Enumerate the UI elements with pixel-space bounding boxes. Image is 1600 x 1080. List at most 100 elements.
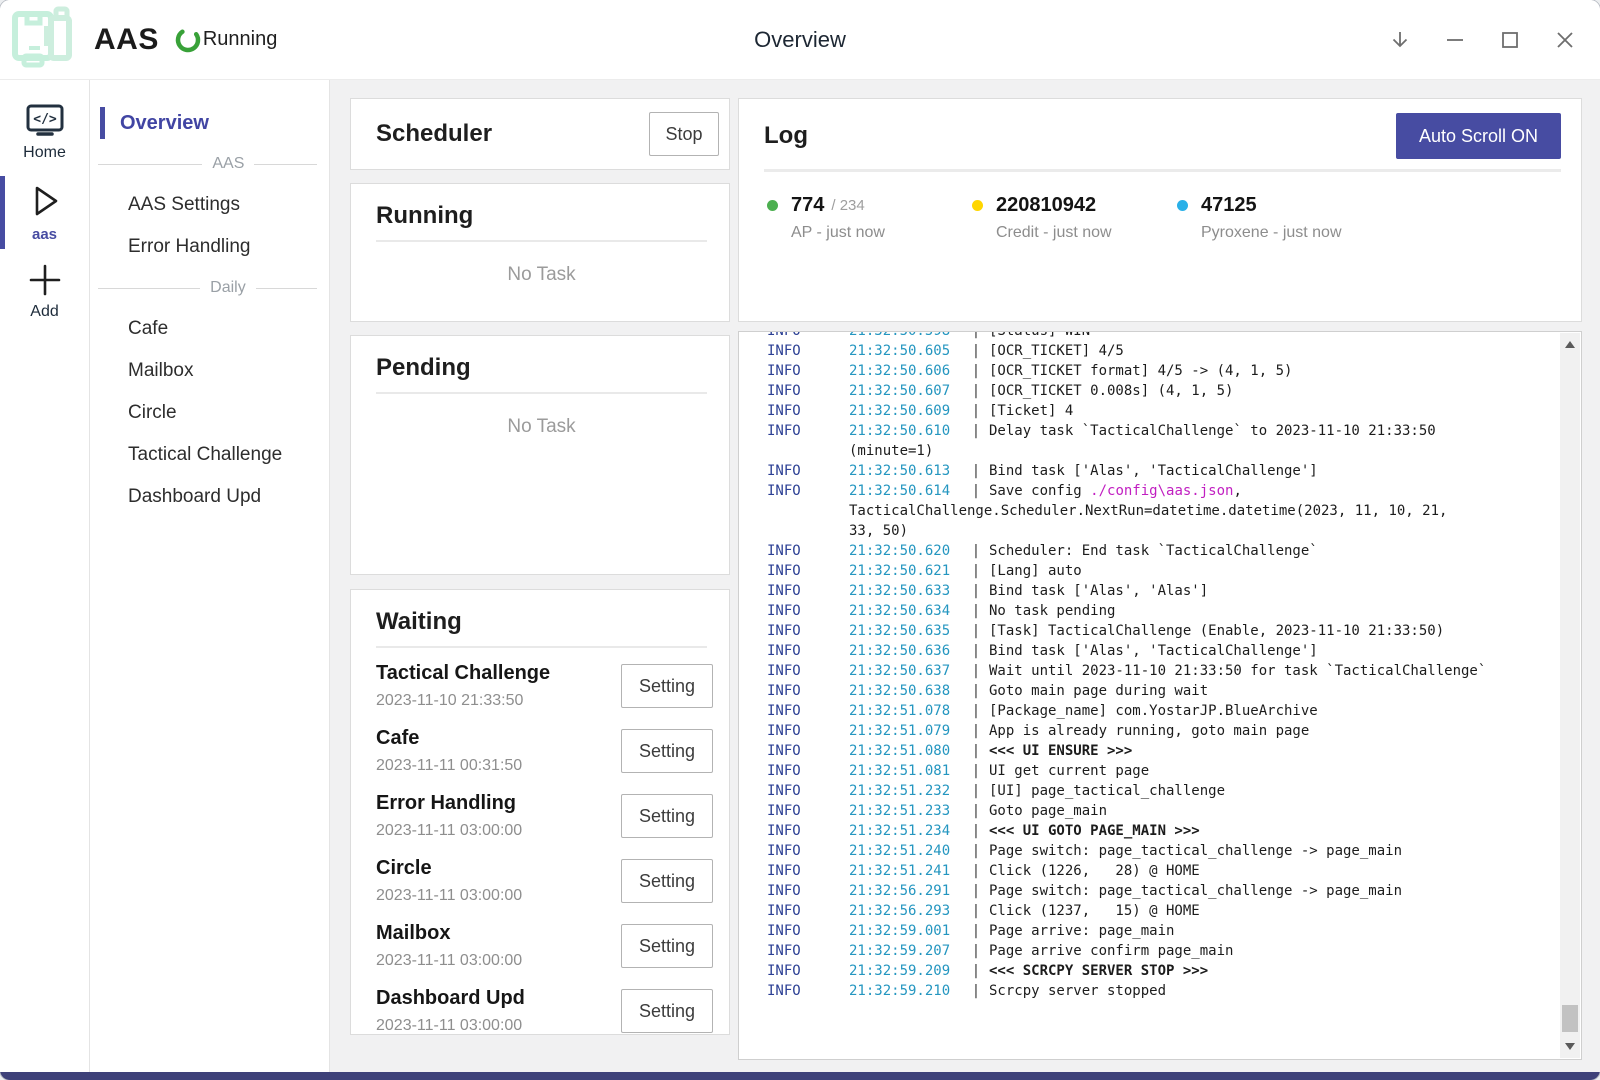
setting-button-cafe[interactable]: Setting	[621, 729, 713, 773]
auto-scroll-button[interactable]: Auto Scroll ON	[1396, 113, 1561, 159]
waiting-task-row: Tactical Challenge 2023-11-10 21:33:50Set…	[376, 662, 713, 710]
log-stat: 774/ 234AP - just now	[767, 194, 972, 242]
waiting-task-row: Mailbox2023-11-11 03:00:00Setting	[376, 922, 713, 970]
log-line: INFO21:32:50.621|[Lang] auto	[767, 561, 1557, 581]
pending-title: Pending	[376, 354, 471, 381]
waiting-task-name: Tactical Challenge	[376, 662, 621, 685]
log-lines: INFO21:32:50.598|[Status] WININFO21:32:5…	[739, 331, 1557, 1001]
log-scrollbar[interactable]	[1560, 333, 1580, 1058]
sidebar-menu: OverviewAASAAS SettingsError HandlingDai…	[90, 80, 330, 1072]
log-line: 33, 50)	[767, 521, 1557, 541]
running-empty-text: No Task	[376, 264, 707, 286]
svg-text:</>: </>	[33, 112, 57, 127]
log-line: INFO21:32:51.232|[UI] page_tactical_chal…	[767, 781, 1557, 801]
scheduler-status-label: Running	[203, 28, 278, 51]
log-line: INFO21:32:59.209|<<< SCRCPY SERVER STOP …	[767, 961, 1557, 981]
log-line: INFO21:32:51.081|UI get current page	[767, 761, 1557, 781]
waiting-task-name: Cafe	[376, 727, 621, 750]
sidebar-divider-daily: Daily	[90, 268, 329, 308]
waiting-task-row: Dashboard Upd2023-11-11 03:00:00Setting	[376, 987, 713, 1035]
log-line: TacticalChallenge.Scheduler.NextRun=date…	[767, 501, 1557, 521]
setting-button-circle[interactable]: Setting	[621, 859, 713, 903]
sidebar-item-mailbox[interactable]: Mailbox	[90, 350, 329, 392]
log-line: INFO21:32:50.636|Bind task ['Alas', 'Tac…	[767, 641, 1557, 661]
stat-dot-icon	[767, 200, 778, 211]
stop-button[interactable]: Stop	[649, 112, 719, 156]
stat-value: 47125	[1201, 194, 1257, 217]
rail-item-label: aas	[32, 226, 57, 243]
body: </> Home aas Add OverviewAASAAS SettingsErr…	[0, 80, 1600, 1072]
log-line: INFO21:32:56.293|Click (1237, 15) @ HOME	[767, 901, 1557, 921]
log-line: INFO21:32:50.634|No task pending	[767, 601, 1557, 621]
waiting-task-row: Circle2023-11-11 03:00:00Setting	[376, 857, 713, 905]
waiting-task-time: 2023-11-10 21:33:50	[376, 692, 621, 710]
log-line: INFO21:32:51.080|<<< UI ENSURE >>>	[767, 741, 1557, 761]
rail-item-label: Home	[23, 144, 66, 162]
waiting-task-row: Error Handling2023-11-11 03:00:00Setting	[376, 792, 713, 840]
log-line: INFO21:32:59.210|Scrcpy server stopped	[767, 981, 1557, 1001]
running-spinner-icon	[175, 27, 201, 53]
log-card: Log Auto Scroll ON 774/ 234AP - just now…	[738, 98, 1582, 322]
stat-label: Credit - just now	[972, 224, 1177, 242]
maximize-icon[interactable]	[1482, 10, 1537, 70]
sidebar-item-overview[interactable]: Overview	[90, 102, 329, 144]
bottom-accent-bar	[0, 1072, 1600, 1080]
log-title: Log	[764, 122, 808, 150]
waiting-title: Waiting	[376, 608, 462, 635]
waiting-task-name: Circle	[376, 857, 621, 880]
pending-empty-text: No Task	[376, 416, 707, 438]
waiting-card: Waiting Tactical Challenge 2023-11-10 21:…	[350, 589, 730, 1035]
stat-label: Pyroxene - just now	[1177, 224, 1382, 242]
scrollbar-thumb[interactable]	[1562, 1005, 1578, 1032]
rail-item-add[interactable]: Add	[0, 253, 89, 331]
waiting-task-time: 2023-11-11 03:00:00	[376, 952, 621, 970]
sidebar-item-aas-settings[interactable]: AAS Settings	[90, 184, 329, 226]
running-card: Running No Task	[350, 183, 730, 322]
close-icon[interactable]	[1537, 10, 1592, 70]
log-line: INFO21:32:50.614|Save config ./config\aa…	[767, 481, 1557, 501]
app-window: AAS Running Overview	[0, 0, 1600, 1080]
log-line: INFO21:32:51.233|Goto page_main	[767, 801, 1557, 821]
log-line: INFO21:32:59.207|Page arrive confirm pag…	[767, 941, 1557, 961]
waiting-task-time: 2023-11-11 00:31:50	[376, 757, 621, 775]
log-line: INFO21:32:51.234|<<< UI GOTO PAGE_MAIN >…	[767, 821, 1557, 841]
log-line: INFO21:32:51.241|Click (1226, 28) @ HOME	[767, 861, 1557, 881]
rail-item-label: Add	[30, 303, 58, 321]
sidebar-item-error-handling[interactable]: Error Handling	[90, 226, 329, 268]
setting-button-error-handling[interactable]: Setting	[621, 794, 713, 838]
scrollbar-down-icon[interactable]	[1565, 1043, 1575, 1050]
download-icon[interactable]	[1372, 10, 1427, 70]
sidebar-item-cafe[interactable]: Cafe	[90, 308, 329, 350]
log-line: INFO21:32:50.635|[Task] TacticalChalleng…	[767, 621, 1557, 641]
sidebar-item-dashboard-upd[interactable]: Dashboard Upd	[90, 476, 329, 518]
log-line: INFO21:32:50.598|[Status] WIN	[767, 331, 1557, 341]
setting-button-tactical-challenge[interactable]: Setting	[621, 664, 713, 708]
log-line: INFO21:32:50.605|[OCR_TICKET] 4/5	[767, 341, 1557, 361]
rail-item-aas[interactable]: aas	[0, 172, 89, 253]
log-stat: 47125 Pyroxene - just now	[1177, 194, 1382, 242]
waiting-task-name: Dashboard Upd	[376, 987, 621, 1010]
main-content: Scheduler Stop Running No Task Pending N…	[330, 80, 1600, 1072]
scrollbar-up-icon[interactable]	[1565, 341, 1575, 348]
minimize-icon[interactable]	[1427, 10, 1482, 70]
setting-button-mailbox[interactable]: Setting	[621, 924, 713, 968]
rail-item-home[interactable]: </> Home	[0, 94, 89, 172]
scheduler-title: Scheduler	[376, 120, 492, 148]
nav-rail: </> Home aas Add	[0, 80, 90, 1072]
app-logo-icon	[10, 6, 74, 73]
play-icon	[25, 181, 65, 221]
stat-dot-icon	[972, 200, 983, 211]
titlebar: AAS Running Overview	[0, 0, 1600, 80]
sidebar-item-tactical-challenge[interactable]: Tactical Challenge	[90, 434, 329, 476]
stat-value: 220810942	[996, 194, 1096, 217]
waiting-task-name: Error Handling	[376, 792, 621, 815]
setting-button-dashboard-upd[interactable]: Setting	[621, 989, 713, 1033]
pending-card: Pending No Task	[350, 335, 730, 575]
waiting-task-row: Cafe 2023-11-11 00:31:50Setting	[376, 727, 713, 775]
log-line: INFO21:32:56.291|Page switch: page_tacti…	[767, 881, 1557, 901]
log-line: INFO21:32:50.607|[OCR_TICKET 0.008s] (4,…	[767, 381, 1557, 401]
stat-dot-icon	[1177, 200, 1188, 211]
log-column: Log Auto Scroll ON 774/ 234AP - just now…	[738, 98, 1582, 1060]
sidebar-item-circle[interactable]: Circle	[90, 392, 329, 434]
log-line: INFO21:32:50.633|Bind task ['Alas', 'Ala…	[767, 581, 1557, 601]
